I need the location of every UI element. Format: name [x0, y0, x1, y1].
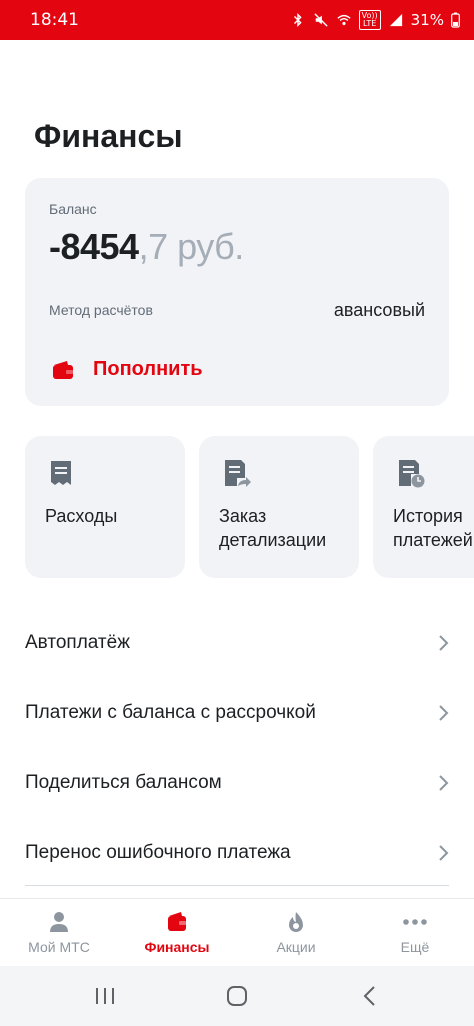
wallet-icon	[168, 912, 186, 931]
divider	[25, 885, 449, 886]
tab-label: Финансы	[144, 939, 210, 955]
recent-apps-button[interactable]	[75, 980, 135, 1012]
tab-label: Акции	[276, 939, 316, 955]
mute-icon	[314, 13, 328, 27]
chevron-right-icon	[439, 775, 449, 791]
wallet-icon	[53, 360, 73, 379]
page-title: Финансы	[34, 118, 183, 154]
tab-my-mts[interactable]: Мой МТС	[0, 899, 118, 967]
back-button[interactable]	[340, 980, 400, 1012]
balance-label: Баланс	[49, 201, 97, 217]
bottom-tab-bar: Мой МТС Финансы Акции Ещё	[0, 898, 474, 966]
list-item-erroneous-payment[interactable]: Перенос ошибочного платежа	[25, 818, 449, 888]
list-item-label: Автоплатёж	[25, 632, 130, 653]
status-icons: Vo)) LTE 31%	[290, 10, 460, 30]
tab-promotions[interactable]: Акции	[237, 899, 355, 967]
home-button[interactable]	[207, 980, 267, 1012]
system-nav-bar	[0, 966, 474, 1026]
status-time: 18:41	[30, 10, 79, 30]
list-item-label: Перенос ошибочного платежа	[25, 842, 291, 863]
tile-label: Заказ детализации	[219, 506, 327, 550]
finance-menu-list: Автоплатёж Платежи с баланса с рассрочко…	[25, 608, 449, 888]
list-item-installments[interactable]: Платежи с баланса с рассрочкой	[25, 678, 449, 748]
more-dots-icon	[403, 919, 427, 925]
balance-amount-fraction: ,7 руб.	[138, 226, 245, 267]
list-item-label: Поделиться балансом	[25, 772, 222, 793]
tab-label: Ещё	[400, 939, 430, 955]
action-tiles: Расходы Заказ детализации История платеж…	[25, 436, 474, 578]
bluetooth-icon	[293, 13, 302, 27]
tile-payment-history[interactable]: История платежей	[373, 436, 474, 578]
tile-label: Расходы	[45, 506, 118, 526]
status-bar: 18:41 Vo)) LTE 31%	[0, 0, 474, 40]
receipt-icon	[51, 461, 71, 485]
chevron-right-icon	[439, 845, 449, 861]
tab-finance[interactable]: Финансы	[118, 899, 236, 967]
chevron-right-icon	[439, 705, 449, 721]
list-item-autopayment[interactable]: Автоплатёж	[25, 608, 449, 678]
balance-card: Баланс -8454,7 руб. Метод расчётов аванс…	[25, 178, 449, 406]
battery-text: 31%	[410, 11, 444, 29]
topup-label: Пополнить	[93, 358, 203, 380]
payment-method-value: авансовый	[333, 300, 425, 320]
tile-label: История платежей	[393, 506, 473, 550]
home-icon	[227, 986, 247, 1006]
payment-method-label: Метод расчётов	[49, 302, 153, 318]
person-icon	[50, 912, 68, 932]
wifi-icon	[337, 14, 351, 26]
recent-apps-icon	[96, 988, 114, 1004]
tab-more[interactable]: Ещё	[356, 899, 474, 967]
signal-icon	[389, 13, 402, 27]
back-icon	[363, 986, 375, 1006]
tab-label: Мой МТС	[28, 939, 90, 955]
balance-amount: -8454,7 руб.	[49, 226, 244, 268]
document-share-icon	[225, 460, 251, 487]
chevron-right-icon	[439, 635, 449, 651]
battery-icon	[451, 12, 460, 28]
volte-icon: Vo)) LTE	[358, 10, 381, 30]
balance-amount-main: -8454	[49, 226, 139, 267]
document-clock-icon	[399, 460, 425, 488]
tile-expenses[interactable]: Расходы	[25, 436, 185, 578]
topup-button[interactable]: Пополнить	[51, 358, 203, 381]
flame-icon	[289, 912, 303, 932]
list-item-label: Платежи с баланса с рассрочкой	[25, 702, 316, 723]
tile-order-details[interactable]: Заказ детализации	[199, 436, 359, 578]
list-item-share-balance[interactable]: Поделиться балансом	[25, 748, 449, 818]
